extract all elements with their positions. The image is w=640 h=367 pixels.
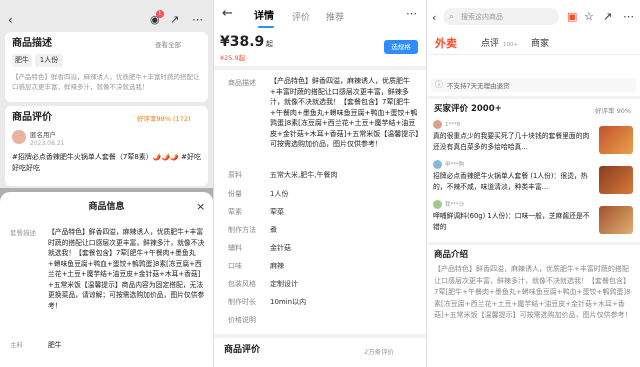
review-item[interactable]: 我***沙 呷哺鲜调料(60g) 1人份)：口味一般，芝麻酱还是不错的 <box>433 200 634 238</box>
more-icon[interactable]: ⋯ <box>406 8 417 20</box>
attr-label: 制作时长 <box>228 298 256 306</box>
price-sub: ¥25.9起 <box>220 54 246 62</box>
review-text: 招牌必点香辣肥牛火锅单人套餐 (1人份)：很烫，热的，不辣不咸，味道清淡，种类丰… <box>433 172 588 191</box>
attr-label: 制作方法 <box>228 226 256 234</box>
more-icon[interactable]: ⋯ <box>192 14 203 26</box>
review-item[interactable]: 甲***购 招牌必点香辣肥牛火锅单人套餐 (1人份)：很烫，热的，不辣不咸，味道… <box>433 160 634 198</box>
close-icon[interactable]: × <box>196 201 205 213</box>
sheet-label-desc: 套餐描述 <box>10 229 36 237</box>
intro-title: 商品介绍 <box>434 250 469 260</box>
tab-comments[interactable]: 点评 <box>481 39 499 49</box>
search-input[interactable]: 搜索这内商品 <box>461 12 503 22</box>
attr-value: 煮 <box>270 226 277 234</box>
divider <box>427 242 640 245</box>
tab-recommend[interactable]: 推荐 <box>326 13 344 23</box>
tab-takeout[interactable]: 外卖 <box>435 38 457 50</box>
sheet-value-main: 肥牛 <box>48 341 62 349</box>
review-section-title: 商品评价 <box>224 345 261 355</box>
select-spec-button[interactable]: 选规格 <box>384 40 418 54</box>
search-bar[interactable]: ⌕ 搜索这内商品 <box>443 8 559 25</box>
avatar <box>433 120 442 129</box>
sheet-title: 商品信息 <box>88 202 125 212</box>
intro-text: 【产品特色】鲜香四溢，麻辣诱人，优质肥牛+丰富时蔬的搭配让口感层次更丰富，鲜辣多… <box>434 265 632 319</box>
sheet-label-main: 主料 <box>10 341 23 349</box>
share-icon[interactable]: ↗ <box>170 14 179 26</box>
review-text: 真的很重点少的我要买死了几十块钱的套餐里面的肉还没有真白菜多的多给哈哈真... <box>433 132 590 151</box>
review-title: 商品评价 <box>12 112 52 123</box>
view-all-link[interactable]: 查看全部 <box>155 40 181 50</box>
divider <box>427 96 640 99</box>
chip-main: 肥牛 <box>12 54 32 67</box>
reviewer-avatar <box>12 130 26 144</box>
review-user: 我***沙 <box>445 202 465 208</box>
review-rate[interactable]: 好评率98% (172) <box>137 114 191 124</box>
reviews-title: 买家评价 2000+ <box>434 104 502 114</box>
message-badge: 1 <box>156 10 164 18</box>
review-text: 呷哺鲜调料(60g) 1人份)：口味一般，芝麻酱还是不错的 <box>433 212 590 231</box>
panel-detail-tab: ← 详情 评价 推荐 ⋯ ¥38.9 起 ¥25.9起 选规格 商品描述 【产品… <box>214 0 426 367</box>
attr-label: 口味 <box>228 262 242 270</box>
review-user: 甲***购 <box>445 162 465 168</box>
attr-value: 定制设计 <box>270 280 298 288</box>
review-user: 1***8 <box>445 122 461 128</box>
coupon-icon[interactable]: ▣ <box>567 11 577 23</box>
price: ¥38.9 <box>220 34 265 50</box>
review-text: #招牌必点香辣肥牛火锅单人套餐（7荤8素）🌶️🌶️🌶️ #好吃好吃好吃 <box>12 153 202 172</box>
avatar <box>433 200 442 209</box>
info-sheet: 商品信息 × 套餐描述 【产品特色】鲜香四溢，麻辣诱人，优质肥牛+丰富时蔬的搭配… <box>0 192 213 367</box>
tab-comments-badge: 100+ <box>503 42 519 48</box>
divider <box>427 54 640 55</box>
tab-detail[interactable]: 详情 <box>254 12 274 22</box>
divider <box>214 66 426 70</box>
attr-label: 原料 <box>228 171 242 179</box>
tab-merchant[interactable]: 商家 <box>531 39 549 49</box>
desc-label: 商品描述 <box>228 79 256 87</box>
notice-bar: ⓘ 不支持7天无理由退货 <box>431 78 636 92</box>
attr-value: 10min以内 <box>270 298 307 306</box>
attr-label: 荤素 <box>228 208 242 216</box>
attr-label: 份量 <box>228 190 242 198</box>
review-photo[interactable] <box>599 126 633 154</box>
notice-text: 不支持7天无理由退货 <box>447 82 510 90</box>
info-icon: ⓘ <box>435 80 443 89</box>
review-photo[interactable] <box>599 206 633 234</box>
back-icon[interactable]: ‹ <box>432 12 436 24</box>
search-icon: ⌕ <box>449 12 455 22</box>
divider <box>214 334 426 338</box>
panel-product-detail-sheet: ‹ ◉ 1 ↗ ⋯ 商品描述 查看全部 肥牛 1人份 【产品特色】鲜香四溢，麻辣… <box>0 0 213 367</box>
back-arrow-icon[interactable]: ← <box>222 7 233 20</box>
description-preview: 【产品特色】鲜香四溢，麻辣诱人，优质肥牛+丰富时蔬的搭配让口感层次更丰富，鲜辣多… <box>12 73 200 91</box>
favorite-icon[interactable]: ☆ <box>584 11 594 23</box>
desc-text: 【产品特色】鲜香四溢，麻辣诱人，优质肥牛+丰富时蔬的搭配让口感层次更丰富，鲜辣多… <box>270 77 419 148</box>
share-icon[interactable]: ↗ <box>603 11 612 23</box>
review-count-link[interactable]: 2万条评价 <box>364 347 394 357</box>
chip-portion: 1人份 <box>35 54 63 67</box>
attr-value: 荤菜 <box>270 208 284 216</box>
attr-value: 麻辣 <box>270 262 284 270</box>
review-date: 2023.08.21 <box>30 140 65 147</box>
tab-reviews[interactable]: 评价 <box>292 13 310 23</box>
attr-label: 辅料 <box>228 244 242 252</box>
avatar <box>433 160 442 169</box>
attr-label: 包装风格 <box>228 280 256 288</box>
review-item[interactable]: 1***8 真的很重点少的我要买死了几十块钱的套餐里面的肉还没有真白菜多的多给哈… <box>433 120 634 158</box>
attr-label: 价格说明 <box>228 316 256 324</box>
reviews-rate[interactable]: 好评率 90% <box>595 106 631 116</box>
review-card: 商品评价 好评率98% (172) 匿名用户 2023.08.21 #招牌必点香… <box>5 106 208 186</box>
tab-indicator <box>258 26 274 28</box>
review-photo[interactable] <box>599 166 633 194</box>
price-suffix: 起 <box>266 40 273 48</box>
description-card: 商品描述 查看全部 肥牛 1人份 【产品特色】鲜香四溢，麻辣诱人，优质肥牛+丰富… <box>5 32 208 102</box>
attr-value: 金针菇 <box>270 244 291 252</box>
attr-value: 1人份 <box>270 190 289 198</box>
panel-shop-page: ‹ ⌕ 搜索这内商品 ▣ ☆ ↗ ⋯ 外卖 点评 100+ 商家 ⓘ 不支持7天… <box>427 0 640 367</box>
description-title: 商品描述 <box>12 38 52 49</box>
sheet-description: 【产品特色】鲜香四溢，麻辣诱人，优质肥牛+丰富时蔬的搭配让口感层次更丰富，鲜辣多… <box>48 228 205 310</box>
attr-value: 五常大米,肥牛,午餐肉 <box>270 171 338 179</box>
more-icon[interactable]: ⋯ <box>623 11 634 23</box>
back-icon[interactable]: ‹ <box>8 14 13 26</box>
